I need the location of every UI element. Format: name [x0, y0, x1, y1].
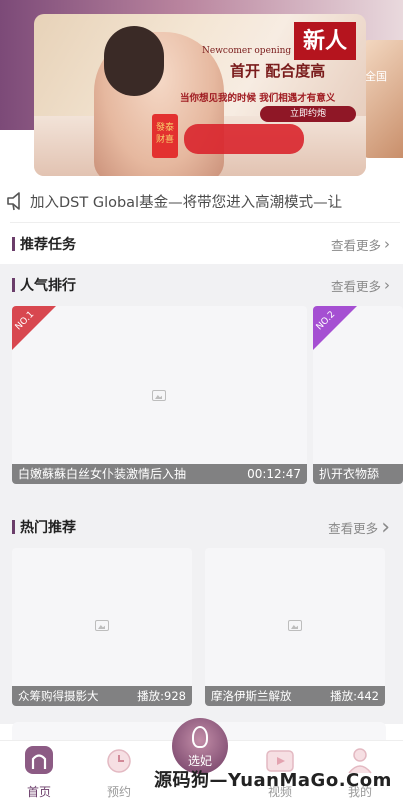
tab-label: 首页 — [26, 785, 51, 799]
banner-subline: 当你想见我的时候 我们相遇才有意义 — [180, 93, 336, 104]
ranking-caption: 白嫩蘇蘇白丝女仆装激情后入抽 00:12:47 — [12, 464, 307, 484]
tasks-more-link[interactable]: 查看更多 › — [331, 235, 390, 254]
video-title: 众筹购得摄影大 — [18, 689, 99, 703]
title-accent-bar — [12, 520, 15, 534]
section-title: 人气排行 — [20, 278, 76, 294]
hot-caption: 众筹购得摄影大 播放:928 — [12, 686, 192, 706]
title-accent-bar — [12, 237, 15, 251]
chevron-right-icon: › — [384, 276, 390, 294]
hot-video-card[interactable]: 摩洛伊斯兰解放 播放:442 — [205, 548, 385, 706]
tab-label: 预约 — [106, 785, 131, 799]
play-count: 播放:442 — [330, 689, 379, 703]
video-title: 摩洛伊斯兰解放 — [211, 689, 292, 703]
promo-banner[interactable]: 發泰财喜 Newcomer opening 新人 首开 配合度高 当你想见我的时… — [34, 14, 366, 176]
ranking-more-link[interactable]: 查看更多 › — [331, 276, 390, 295]
banner-next-slide[interactable]: 全国 — [361, 40, 403, 158]
section-tasks-header: 推荐任务 查看更多 › — [12, 234, 390, 254]
tab-home[interactable]: 首页 — [9, 743, 69, 799]
section-hot-header: 热门推荐 查看更多 › — [12, 515, 390, 540]
hot-caption: 摩洛伊斯兰解放 播放:442 — [205, 686, 385, 706]
more-label: 查看更多 — [330, 278, 381, 294]
chevron-right-icon: › — [384, 235, 390, 253]
banner-newcomer-text: Newcomer opening — [202, 46, 292, 56]
hot-video-card[interactable]: 众筹购得摄影大 播放:928 — [12, 548, 192, 706]
divider — [10, 222, 400, 223]
banner-model-hair — [104, 26, 164, 96]
video-title: 白嫩蘇蘇白丝女仆装激情后入抽 — [18, 467, 187, 481]
tab-booking[interactable]: 预约 — [89, 743, 149, 799]
image-placeholder-icon — [95, 620, 109, 631]
section-title: 推荐任务 — [20, 237, 76, 253]
banner-red-card: 發泰财喜 — [152, 114, 178, 158]
speaker-icon — [7, 192, 20, 211]
image-placeholder-icon — [152, 390, 166, 401]
banner-side-text: 全国 — [365, 70, 387, 83]
face-icon — [192, 726, 208, 748]
banner-cta-button[interactable]: 立即约炮 — [260, 106, 356, 122]
hot-more-link[interactable]: 查看更多 › — [328, 515, 390, 540]
title-accent-bar — [12, 278, 15, 292]
chevron-right-icon: › — [381, 514, 390, 540]
banner-headline: 首开 配合度高 — [230, 62, 326, 80]
section-ranking-header: 人气排行 查看更多 › — [12, 275, 390, 295]
more-label: 查看更多 — [330, 237, 381, 253]
video-title: 扒开衣物舔 — [319, 467, 380, 481]
section-title: 热门推荐 — [20, 520, 76, 536]
banner-model-cloth — [184, 124, 304, 154]
banner-badge: 新人 — [294, 22, 356, 60]
alarm-clock-icon — [107, 749, 131, 773]
video-duration: 00:12:47 — [247, 467, 301, 481]
ranking-card[interactable]: NO.1 白嫩蘇蘇白丝女仆装激情后入抽 00:12:47 — [12, 306, 307, 484]
home-icon — [25, 746, 53, 774]
play-count: 播放:928 — [137, 689, 186, 703]
more-label: 查看更多 — [328, 520, 379, 536]
ranking-card[interactable]: NO.2 扒开衣物舔 — [313, 306, 403, 484]
image-placeholder-icon — [288, 620, 302, 631]
notice-bar[interactable]: 加入DST Global基金—将带您进入高潮模式—让 — [0, 186, 403, 216]
watermark: 源码狗—YuanMaGo.Com — [154, 770, 392, 791]
notice-text: 加入DST Global基金—将带您进入高潮模式—让 — [30, 194, 343, 211]
ranking-caption: 扒开衣物舔 — [313, 464, 403, 484]
